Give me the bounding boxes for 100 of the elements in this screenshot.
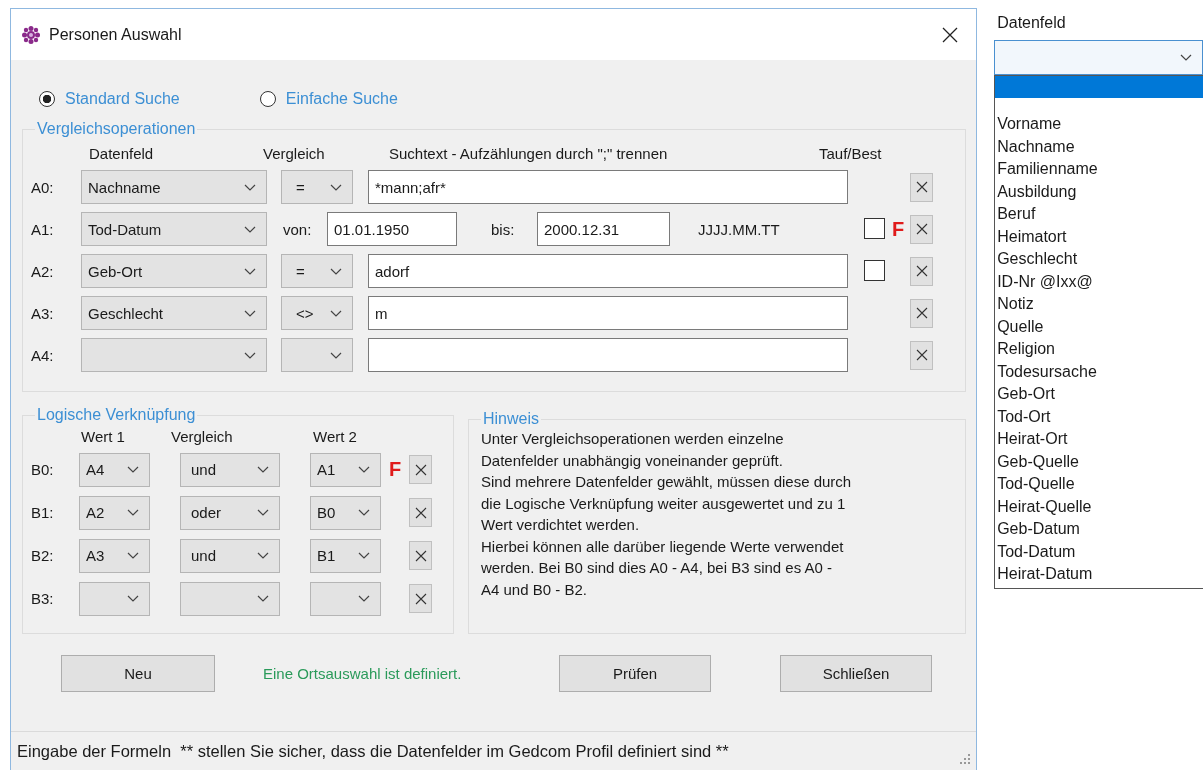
dropdown-option[interactable]: Quelle xyxy=(995,315,1203,338)
new-button[interactable]: Neu xyxy=(61,654,215,692)
delete-button[interactable] xyxy=(409,584,432,613)
window-title: Personen Auswahl xyxy=(49,25,182,44)
dropdown-option[interactable]: Religion xyxy=(995,338,1203,361)
error-label: F xyxy=(388,458,402,481)
close-icon xyxy=(915,307,928,319)
date-field[interactable]: 2000.12.31 xyxy=(537,212,670,246)
check-button[interactable]: Prüfen xyxy=(559,654,711,692)
dropdown[interactable]: Geb-Ort xyxy=(81,254,267,288)
column-header: Suchtext - Aufzählungen durch ";" trennen xyxy=(389,144,669,162)
date-field[interactable]: 01.01.1950 xyxy=(327,212,457,246)
dropdown[interactable]: = xyxy=(281,254,353,288)
dropdown[interactable]: oder xyxy=(180,495,280,530)
row-label: A3: xyxy=(31,304,55,322)
chevron-down-icon xyxy=(257,509,269,516)
delete-button[interactable] xyxy=(910,298,933,328)
checkbox[interactable] xyxy=(864,218,885,239)
dropdown-option[interactable]: Heimatort xyxy=(995,225,1203,248)
dropdown[interactable]: = xyxy=(281,170,353,204)
checkbox[interactable] xyxy=(864,260,885,281)
field-label: bis: xyxy=(491,220,516,238)
delete-button[interactable] xyxy=(910,214,933,244)
close-icon xyxy=(414,592,427,605)
dropdown-option[interactable]: Geb-Ort xyxy=(995,383,1203,406)
dropdown-option[interactable]: Todesursache xyxy=(995,360,1203,383)
search-text-field[interactable] xyxy=(368,338,848,372)
column-header: Datenfeld xyxy=(89,144,155,162)
dropdown[interactable]: Geschlecht xyxy=(81,296,267,330)
dropdown-option[interactable]: Familienname xyxy=(995,158,1203,181)
dropdown-option[interactable]: Heirat-Ort xyxy=(995,428,1203,451)
dropdown-option[interactable]: Geb-Quelle xyxy=(995,450,1203,473)
dropdown-option[interactable]: Ausbildung xyxy=(995,180,1203,203)
chevron-down-icon xyxy=(244,309,256,317)
close-icon xyxy=(942,26,959,43)
chevron-down-icon xyxy=(358,509,370,516)
chevron-down-icon xyxy=(127,509,139,516)
dropdown[interactable]: A3 xyxy=(79,538,150,573)
group-title: Vergleichsoperationen xyxy=(36,120,197,138)
format-hint: JJJJ.MM.TT xyxy=(698,220,780,238)
delete-button[interactable] xyxy=(910,256,933,286)
delete-button[interactable] xyxy=(910,340,933,370)
dropdown[interactable]: und xyxy=(180,538,280,573)
dropdown[interactable] xyxy=(994,40,1203,75)
dropdown-option[interactable]: Nachname xyxy=(995,135,1203,158)
chevron-down-icon xyxy=(257,466,269,473)
dropdown[interactable]: <> xyxy=(281,296,353,330)
dropdown-option[interactable]: Geb-Datum xyxy=(995,518,1203,541)
chevron-down-icon xyxy=(358,466,370,473)
search-text-field[interactable]: m xyxy=(368,296,848,330)
dropdown[interactable]: A2 xyxy=(79,495,150,530)
dropdown[interactable]: A1 xyxy=(310,452,381,487)
dropdown[interactable]: B1 xyxy=(310,538,381,573)
group-title: Hinweis xyxy=(482,410,540,428)
chevron-down-icon xyxy=(244,267,256,275)
chevron-down-icon xyxy=(127,552,139,559)
dropdown[interactable]: A4 xyxy=(79,452,150,487)
delete-button[interactable] xyxy=(409,541,432,570)
delete-button[interactable] xyxy=(409,498,432,527)
dropdown[interactable]: und xyxy=(180,452,280,487)
dropdown-option[interactable]: Heirat-Datum xyxy=(995,563,1203,586)
column-header: Tauf/Best xyxy=(819,144,882,162)
column-header: Datenfeld xyxy=(996,14,1067,33)
close-dialog-button[interactable]: Schließen xyxy=(780,654,932,692)
chevron-down-icon xyxy=(244,225,256,233)
dropdown-option[interactable]: Geschlecht xyxy=(995,248,1203,271)
chevron-down-icon xyxy=(244,351,256,359)
chevron-down-icon xyxy=(127,466,139,473)
status-message: Eine Ortsauswahl ist definiert. xyxy=(263,664,463,682)
dropdown-option[interactable]: Tod-Quelle xyxy=(995,473,1203,496)
row-label: B0: xyxy=(31,461,55,478)
dropdown[interactable]: Tod-Datum xyxy=(81,212,267,246)
chevron-down-icon xyxy=(127,595,139,602)
column-header: Vergleich xyxy=(263,144,326,162)
row-label: A0: xyxy=(31,178,55,196)
chevron-down-icon xyxy=(358,552,370,559)
close-icon xyxy=(414,463,427,476)
chevron-down-icon xyxy=(1180,54,1192,61)
dropdown-option[interactable]: Beruf xyxy=(995,203,1203,226)
row-label: B1: xyxy=(31,504,55,521)
search-text-field[interactable]: *mann;afr* xyxy=(368,170,848,204)
close-icon xyxy=(915,181,928,193)
chevron-down-icon xyxy=(330,351,342,359)
dropdown-option[interactable]: Vorname xyxy=(995,113,1203,136)
flower-icon xyxy=(21,24,41,45)
dropdown-option[interactable]: Tod-Ort xyxy=(995,405,1203,428)
dropdown[interactable]: Nachname xyxy=(81,170,267,204)
dropdown[interactable]: B0 xyxy=(310,495,381,530)
dropdown-option[interactable]: Notiz xyxy=(995,293,1203,316)
dropdown-option[interactable]: Heirat-Quelle xyxy=(995,495,1203,518)
dropdown-option[interactable]: Tod-Datum xyxy=(995,540,1203,563)
delete-button[interactable] xyxy=(409,455,432,484)
search-text-field[interactable]: adorf xyxy=(368,254,848,288)
group-title: Logische Verknüpfung xyxy=(36,406,197,424)
field-label: von: xyxy=(283,220,313,238)
dropdown-option[interactable]: ID-Nr @Ixx@ xyxy=(995,270,1203,293)
delete-button[interactable] xyxy=(910,172,933,202)
chevron-down-icon xyxy=(330,183,342,191)
close-icon xyxy=(915,265,928,277)
chevron-down-icon xyxy=(358,595,370,602)
